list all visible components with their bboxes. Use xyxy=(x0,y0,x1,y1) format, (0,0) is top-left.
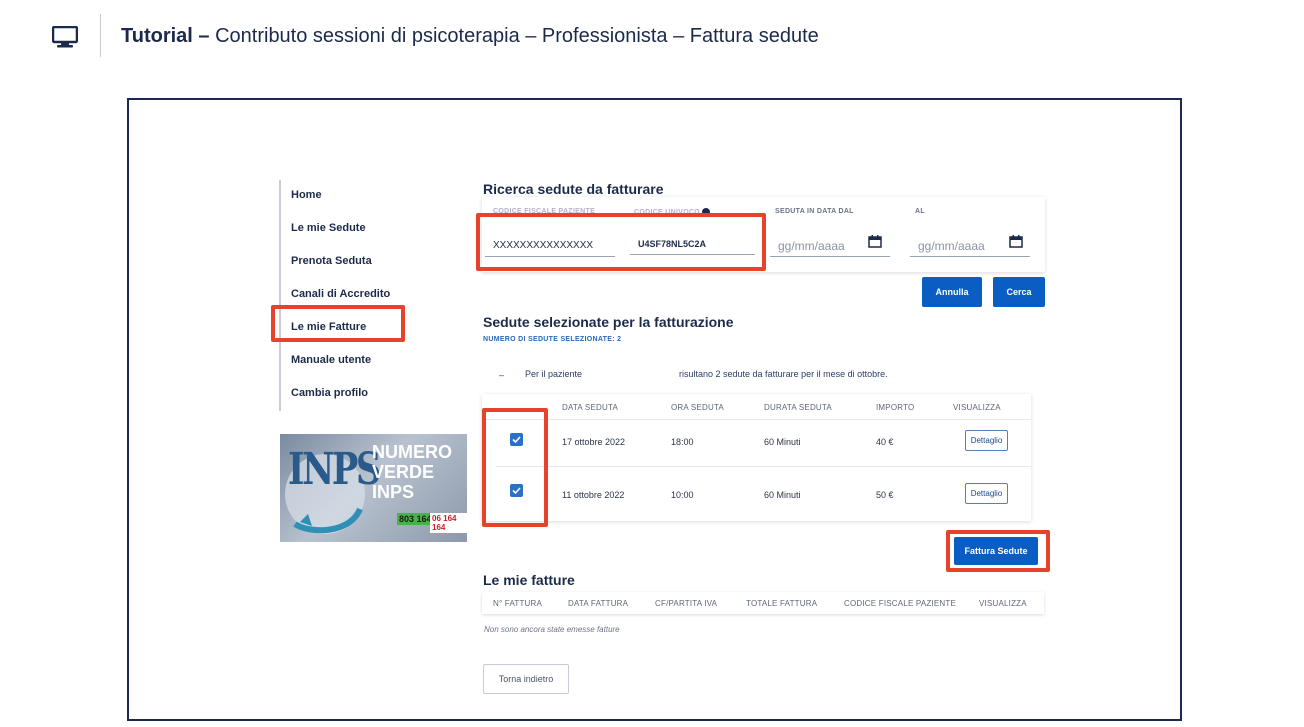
header-divider xyxy=(482,419,1031,420)
tutorial-header: Tutorial – Contributo sessioni di psicot… xyxy=(0,0,1304,75)
sidebar-nav: Home Le mie Sedute Prenota Seduta Canali… xyxy=(279,180,409,411)
sidebar-item-le-mie-fatture[interactable]: Le mie Fatture xyxy=(279,312,409,345)
cell-date: 17 ottobre 2022 xyxy=(562,437,626,447)
banner-line2: VERDE xyxy=(372,462,435,482)
sidebar-item-home[interactable]: Home xyxy=(279,180,409,213)
row-checkbox[interactable] xyxy=(510,433,523,446)
sidebar-item-canali-accredito[interactable]: Canali di Accredito xyxy=(279,279,409,312)
tutorial-title: Tutorial – Contributo sessioni di psicot… xyxy=(121,25,819,47)
numero-verde-banner: INPS NUMERO VERDE INPS 803 164 06 164 16… xyxy=(280,434,467,542)
cell-amount: 50 € xyxy=(876,490,894,500)
fatture-title: Le mie fatture xyxy=(483,572,575,588)
selected-title: Sedute selezionate per la fatturazione xyxy=(483,314,734,330)
torna-indietro-button[interactable]: Torna indietro xyxy=(483,664,569,694)
label-al: AL xyxy=(915,208,925,215)
dettaglio-button[interactable]: Dettaglio xyxy=(965,430,1008,451)
sidebar-item-cambia-profilo[interactable]: Cambia profilo xyxy=(279,378,409,411)
fatture-table-header: N° FATTURA DATA FATTURA CF/PARTITA IVA T… xyxy=(482,592,1044,614)
empty-invoices-note: Non sono ancora state emesse fatture xyxy=(484,625,620,634)
cell-time: 10:00 xyxy=(671,490,694,500)
cell-duration: 60 Minuti xyxy=(764,490,801,500)
check-icon xyxy=(512,436,521,444)
banner-line3: INPS xyxy=(372,482,415,502)
sidebar-item-manuale-utente[interactable]: Manuale utente xyxy=(279,345,409,378)
header-divider xyxy=(100,14,101,57)
sessions-summary: risultano 2 sedute da fatturare per il m… xyxy=(679,369,888,379)
col-data-seduta: DATA SEDUTA xyxy=(562,403,618,412)
annulla-button[interactable]: Annulla xyxy=(922,277,982,307)
selected-count: NUMERO DI SEDUTE SELEZIONATE: 2 xyxy=(483,336,622,343)
banner-logo: INPS xyxy=(288,444,381,495)
col-totale-fattura: TOTALE FATTURA xyxy=(746,599,818,608)
codice-univoco-input[interactable]: U4SF78NL5C2A xyxy=(630,233,755,255)
col-visualizza-fattura: VISUALIZZA xyxy=(979,599,1027,608)
label-codice-fiscale: CODICE FISCALE PAZIENTE xyxy=(493,208,596,215)
calendar-icon[interactable] xyxy=(1009,235,1023,248)
banner-line1: NUMERO xyxy=(372,442,452,462)
col-visualizza: VISUALIZZA xyxy=(953,403,1001,412)
col-ora-seduta: ORA SEDUTA xyxy=(671,403,724,412)
monitor-icon xyxy=(52,26,78,48)
sidebar-item-prenota-seduta[interactable]: Prenota Seduta xyxy=(279,246,409,279)
col-cf-partita-iva: CF/PARTITA IVA xyxy=(655,599,718,608)
col-cf-paziente: CODICE FISCALE PAZIENTE xyxy=(844,599,957,608)
info-icon[interactable] xyxy=(702,208,711,216)
row-checkbox[interactable] xyxy=(510,484,523,497)
patient-label: Per il paziente xyxy=(525,369,583,379)
banner-number-2: 06 164 164 xyxy=(430,513,467,533)
search-title: Ricerca sedute da fatturare xyxy=(483,181,664,197)
cell-duration: 60 Minuti xyxy=(764,437,801,447)
dettaglio-button[interactable]: Dettaglio xyxy=(965,483,1008,504)
calendar-icon[interactable] xyxy=(868,235,882,248)
sidebar-item-le-mie-sedute[interactable]: Le mie Sedute xyxy=(279,213,409,246)
banner-number-1: 803 164 xyxy=(397,513,434,525)
cerca-button[interactable]: Cerca xyxy=(993,277,1045,307)
col-n-fattura: N° FATTURA xyxy=(493,599,543,608)
sessions-table: DATA SEDUTA ORA SEDUTA DURATA SEDUTA IMP… xyxy=(482,394,1031,521)
cell-amount: 40 € xyxy=(876,437,894,447)
cell-date: 11 ottobre 2022 xyxy=(562,490,625,500)
col-durata-seduta: DURATA SEDUTA xyxy=(764,403,832,412)
row-divider xyxy=(496,466,1031,467)
collapse-dash[interactable]: – xyxy=(499,370,504,380)
label-codice-univoco: CODICE UNIVOCO xyxy=(634,208,711,216)
col-data-fattura: DATA FATTURA xyxy=(568,599,629,608)
check-icon xyxy=(512,487,521,495)
fattura-sedute-button[interactable]: Fattura Sedute xyxy=(954,537,1038,565)
cell-time: 18:00 xyxy=(671,437,694,447)
codice-fiscale-input[interactable]: XXXXXXXXXXXXXXX xyxy=(485,235,615,257)
label-seduta-dal: SEDUTA IN DATA DAL xyxy=(775,208,854,215)
col-importo: IMPORTO xyxy=(876,403,915,412)
